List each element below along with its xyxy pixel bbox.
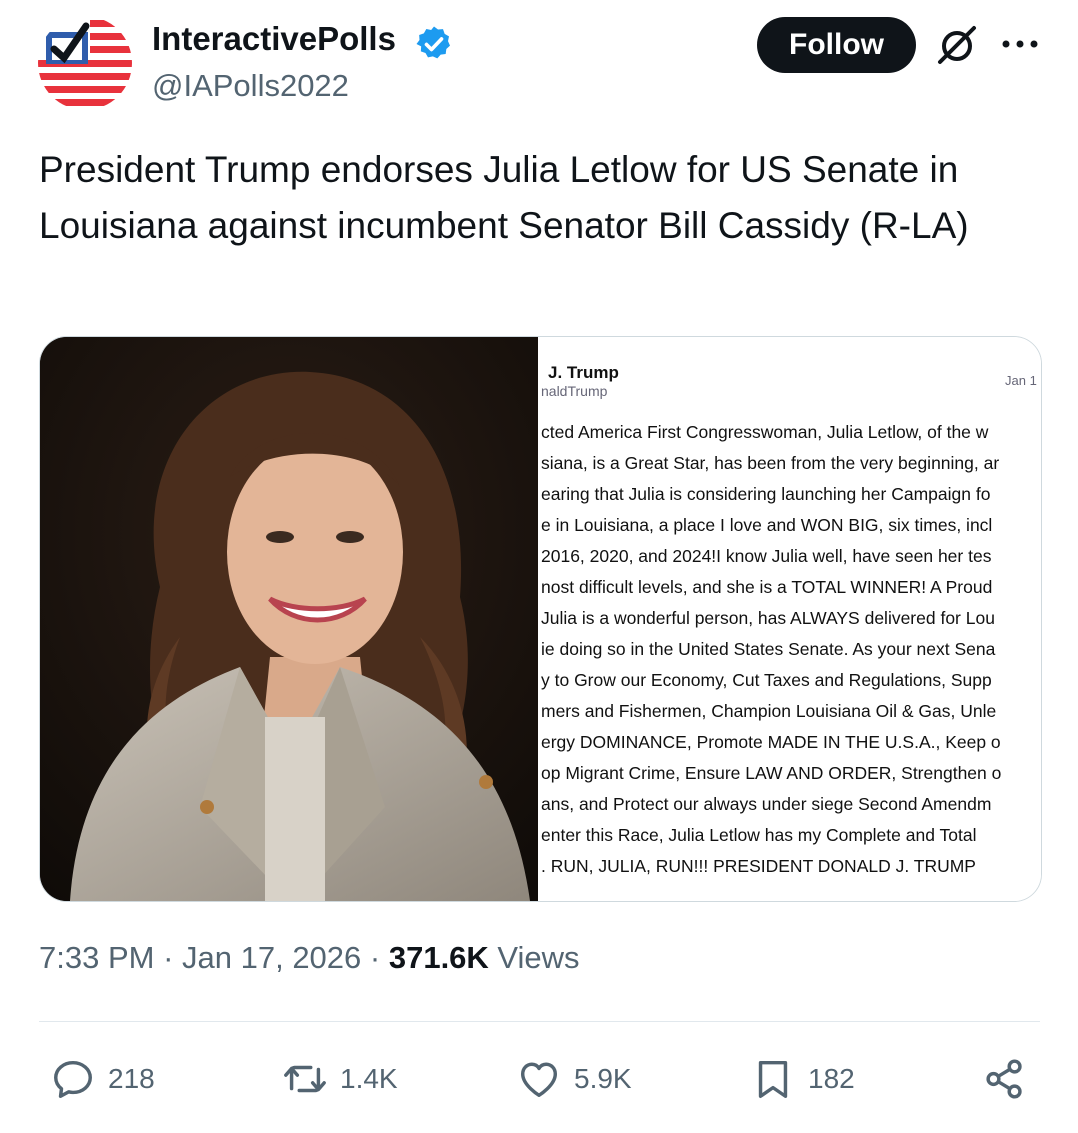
embedded-post-line: op Migrant Crime, Ensure LAW AND ORDER, … — [541, 763, 1002, 783]
views-label: Views — [488, 940, 580, 975]
like-button[interactable]: 5.9K — [516, 1055, 632, 1103]
author-handle[interactable]: @IAPolls2022 — [152, 68, 349, 104]
embedded-post-line: nost difficult levels, and she is a TOTA… — [541, 577, 993, 597]
repost-button[interactable]: 1.4K — [282, 1055, 398, 1103]
tweet-date[interactable]: Jan 17, 2026 — [182, 940, 361, 975]
views-count: 371.6K — [388, 940, 489, 975]
embedded-post-line: earing that Julia is considering launchi… — [541, 484, 991, 504]
embedded-post-line: mers and Fishermen, Champion Louisiana O… — [541, 701, 997, 721]
embedded-post-handle: naldTrump — [541, 383, 608, 399]
heart-icon — [520, 1062, 558, 1098]
like-count: 5.9K — [574, 1063, 632, 1094]
tweet-text: President Trump endorses Julia Letlow fo… — [39, 149, 969, 246]
follow-button[interactable]: Follow — [757, 17, 916, 73]
bookmark-icon — [758, 1060, 788, 1098]
divider — [39, 1021, 1040, 1022]
share-icon — [986, 1059, 1022, 1099]
embedded-post-body: cted America First Congresswoman, Julia … — [541, 417, 1041, 882]
reply-button[interactable]: 218 — [50, 1055, 155, 1103]
share-button[interactable] — [982, 1055, 1028, 1103]
embedded-post-screenshot: J. Trump naldTrump Jan 1 cted America Fi… — [538, 337, 1041, 901]
meta-separator: · — [154, 940, 183, 975]
verified-badge-icon — [416, 26, 450, 59]
embedded-post-line: e in Louisiana, a place I love and WON B… — [541, 515, 993, 535]
embedded-post-line: Julia is a wonderful person, has ALWAYS … — [541, 608, 995, 628]
embedded-post-line: . RUN, JULIA, RUN!!! PRESIDENT DONALD J.… — [541, 856, 976, 876]
bookmark-count: 182 — [808, 1063, 855, 1094]
embedded-post-line: y to Grow our Economy, Cut Taxes and Reg… — [541, 670, 992, 690]
more-dots-icon[interactable] — [1000, 38, 1040, 50]
portrait-photo[interactable] — [40, 337, 538, 901]
reply-count: 218 — [108, 1063, 155, 1094]
repost-icon — [284, 1065, 326, 1093]
embedded-post-author: J. Trump — [548, 363, 619, 382]
reply-icon — [54, 1060, 92, 1098]
meta-separator: · — [361, 940, 389, 975]
portrait-photo-icon — [40, 337, 538, 901]
embedded-post-line: siana, is a Great Star, has been from th… — [541, 453, 1000, 473]
tweet-media[interactable]: J. Trump naldTrump Jan 1 cted America Fi… — [39, 336, 1042, 902]
embedded-post-line: ergy DOMINANCE, Promote MADE IN THE U.S.… — [541, 732, 1001, 752]
checkmark-flag-logo-icon — [38, 16, 132, 110]
embedded-post-line: 2016, 2020, and 2024!I know Julia well, … — [541, 546, 992, 566]
grok-icon[interactable] — [934, 22, 980, 68]
author-avatar[interactable] — [38, 16, 132, 110]
tweet-time[interactable]: 7:33 PM — [39, 940, 154, 975]
repost-count: 1.4K — [340, 1063, 398, 1094]
embedded-post-line: ans, and Protect our always under siege … — [541, 794, 992, 814]
author-display-name[interactable]: InteractivePolls — [152, 20, 396, 58]
bookmark-button[interactable]: 182 — [750, 1055, 855, 1103]
embedded-post-line: enter this Race, Julia Letlow has my Com… — [541, 825, 977, 845]
tweet-meta: 7:33 PM · Jan 17, 2026 · 371.6K Views — [39, 940, 580, 976]
embedded-post-date: Jan 1 — [1005, 373, 1037, 388]
embedded-post-line: cted America First Congresswoman, Julia … — [541, 422, 989, 442]
embedded-post-line: ie doing so in the United States Senate.… — [541, 639, 996, 659]
